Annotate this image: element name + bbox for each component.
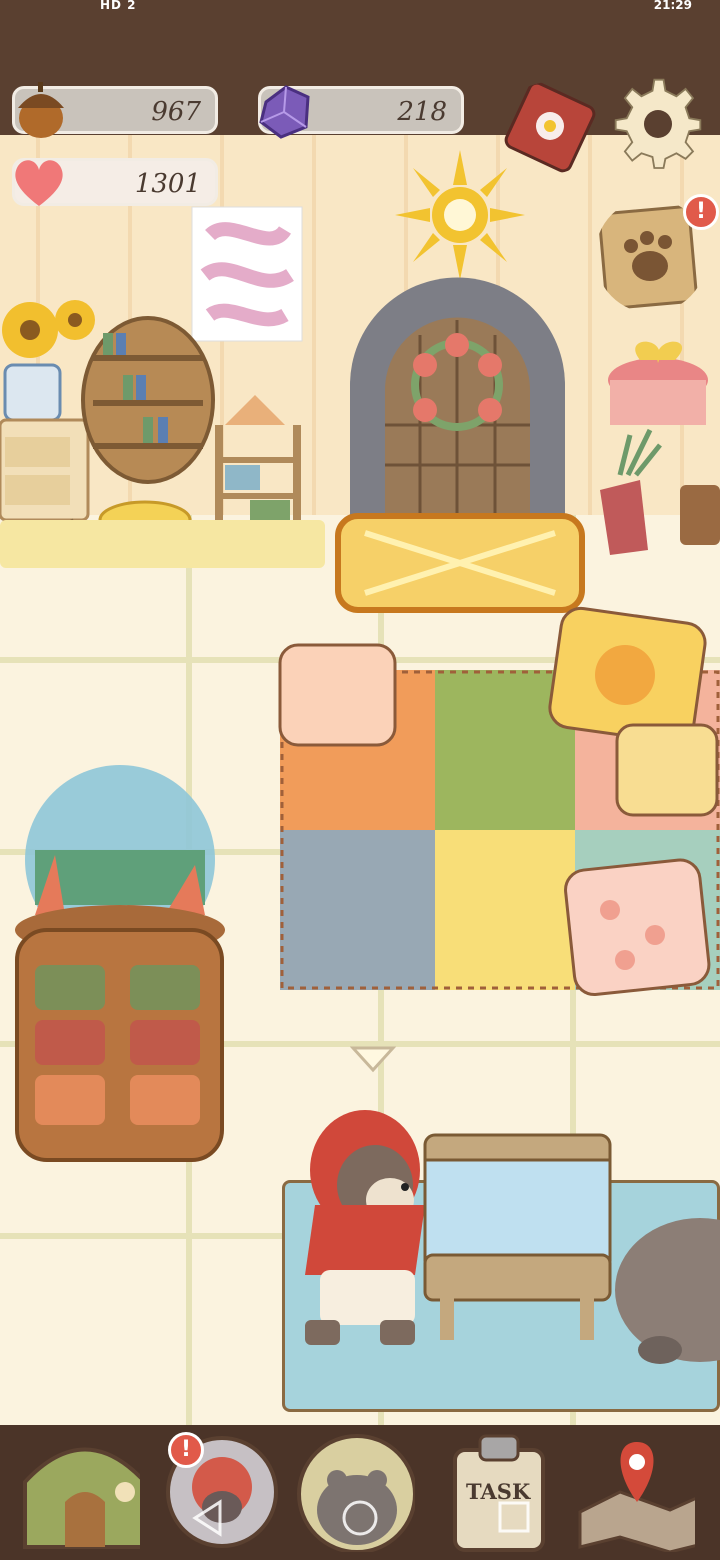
gift-and-vase[interactable] — [600, 335, 720, 555]
otter-red-hood[interactable] — [275, 1105, 440, 1350]
acorn-count: 967 — [151, 97, 201, 127]
peach-pillow[interactable] — [275, 635, 405, 755]
recent-nav-icon[interactable] — [490, 1495, 540, 1545]
sun-ornament[interactable] — [395, 150, 525, 280]
home-nav-icon[interactable] — [335, 1495, 385, 1545]
arched-door[interactable] — [345, 275, 570, 515]
heart-icon — [15, 160, 63, 206]
status-left: HD 2 — [100, 0, 137, 12]
left-rug — [0, 520, 325, 568]
status-time: 21:29 — [653, 0, 692, 12]
striped-pillow[interactable] — [612, 715, 720, 825]
placement-arrow — [350, 1046, 396, 1073]
pink-floral-pillow[interactable] — [555, 855, 715, 1005]
heart-count: 1301 — [134, 169, 201, 199]
back-nav-icon[interactable] — [185, 1495, 235, 1545]
aquarium-cabinet[interactable] — [5, 765, 245, 1195]
settings-gear-icon[interactable] — [612, 76, 704, 172]
door-mat[interactable] — [335, 513, 585, 613]
bear-character[interactable] — [610, 1215, 720, 1365]
paw-note-alert-badge: ! — [683, 194, 719, 230]
round-bookshelf[interactable] — [78, 315, 218, 485]
character-alert-badge: ! — [168, 1432, 204, 1468]
status-bar: HD 2 21:29 — [0, 0, 720, 12]
blue-bed[interactable] — [420, 1130, 620, 1345]
gem-count: 218 — [397, 97, 447, 127]
room-scene[interactable] — [0, 135, 720, 1425]
journal-icon[interactable] — [500, 82, 600, 174]
acorn-icon — [18, 82, 64, 138]
gem-icon — [259, 85, 310, 139]
